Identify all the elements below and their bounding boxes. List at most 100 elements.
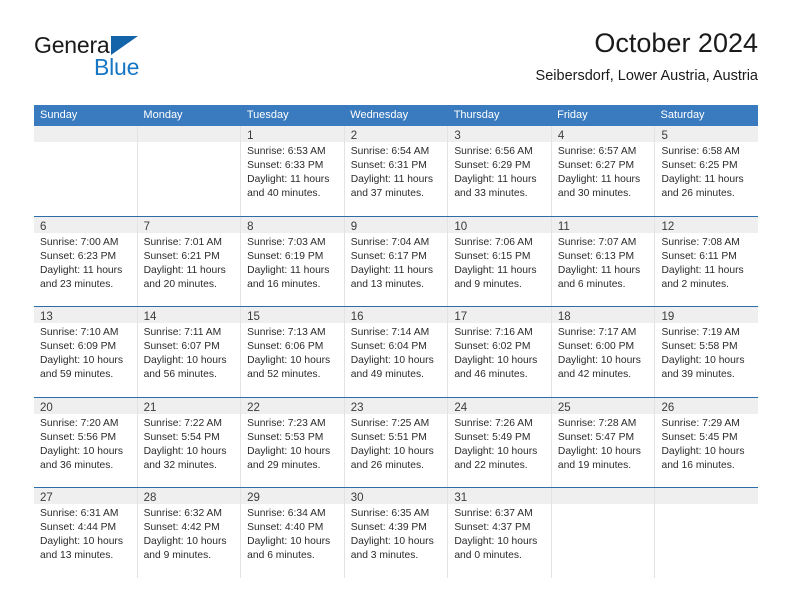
daylight-text-line2: and 20 minutes. xyxy=(143,278,217,290)
day-info: Sunrise: 7:06 AM Sunset: 6:15 PM Daylight:… xyxy=(448,233,551,292)
day-number: 28 xyxy=(143,492,157,504)
sunset-text: Sunset: 6:02 PM xyxy=(454,341,531,352)
sunset-text: Sunset: 6:15 PM xyxy=(454,250,531,262)
sunrise-text: Sunrise: 6:31 AM xyxy=(40,508,119,519)
calendar-day-cell[interactable]: 13 Sunrise: 7:10 AM Sunset: 6:09 PM Dayligh… xyxy=(34,307,138,397)
daylight-text-line1: Daylight: 11 hours xyxy=(454,174,537,185)
calendar-day-cell[interactable]: 19 Sunrise: 7:19 AM Sunset: 5:58 PM Dayligh… xyxy=(655,307,759,397)
weekday-header-sunday: Sunday xyxy=(40,109,78,121)
day-number-strip: 21 xyxy=(137,397,241,414)
day-number: 2 xyxy=(350,130,358,142)
daylight-text-line2: and 2 minutes. xyxy=(661,278,730,290)
calendar-day-cell[interactable]: 3 Sunrise: 6:56 AM Sunset: 6:29 PM Daylight… xyxy=(448,126,552,216)
daylight-text-line1: Daylight: 10 hours xyxy=(350,445,434,457)
day-info: Sunrise: 7:17 AM Sunset: 6:00 PM Daylight:… xyxy=(552,323,655,382)
sunrise-text: Sunrise: 7:14 AM xyxy=(350,327,430,338)
sunrise-text: Sunrise: 7:03 AM xyxy=(247,236,326,248)
calendar-day-cell[interactable]: 17 Sunrise: 7:16 AM Sunset: 6:02 PM Dayligh… xyxy=(448,307,552,397)
daylight-text-line2: and 6 minutes. xyxy=(557,278,626,290)
sunrise-text: Sunrise: 6:34 AM xyxy=(247,508,326,519)
daylight-text-line2: and 30 minutes. xyxy=(557,188,632,199)
calendar-day-cell[interactable]: 20 Sunrise: 7:20 AM Sunset: 5:56 PM Dayligh… xyxy=(34,397,138,487)
calendar-day-cell-empty xyxy=(137,126,242,216)
sunrise-text: Sunrise: 7:19 AM xyxy=(661,327,740,338)
calendar-day-cell[interactable]: 2 Sunrise: 6:54 AM Sunset: 6:31 PM Daylight… xyxy=(344,126,449,216)
calendar-day-cell[interactable]: 12 Sunrise: 7:08 AM Sunset: 6:11 PM Dayligh… xyxy=(655,216,759,306)
day-info: Sunrise: 6:37 AM Sunset: 4:37 PM Daylight:… xyxy=(448,504,551,563)
calendar-day-cell[interactable]: 16 Sunrise: 7:14 AM Sunset: 6:04 PM Dayligh… xyxy=(344,307,449,397)
daylight-text-line2: and 40 minutes. xyxy=(247,188,321,199)
calendar-day-cell[interactable]: 29 Sunrise: 6:34 AM Sunset: 4:40 PM Dayligh… xyxy=(241,488,345,578)
calendar-day-cell[interactable]: 6 Sunrise: 7:00 AM Sunset: 6:23 PM Daylight… xyxy=(34,216,138,306)
sunrise-text: Sunrise: 7:28 AM xyxy=(557,417,637,429)
calendar-day-cell[interactable]: 26 Sunrise: 7:29 AM Sunset: 5:45 PM Dayligh… xyxy=(655,397,759,487)
calendar-day-cell[interactable]: 25 Sunrise: 7:28 AM Sunset: 5:47 PM Dayligh… xyxy=(551,397,656,487)
weekday-header-row: Sunday Monday Tuesday Wednesday Thursday Frid… xyxy=(34,105,758,126)
calendar-day-cell[interactable]: 27 Sunrise: 6:31 AM Sunset: 4:44 PM Dayligh… xyxy=(34,488,138,578)
daylight-text-line2: and 46 minutes. xyxy=(454,369,528,380)
daylight-text-line1: Daylight: 11 hours xyxy=(661,264,744,276)
calendar-day-cell[interactable]: 7 Sunrise: 7:01 AM Sunset: 6:21 PM Daylight… xyxy=(137,216,242,306)
day-info: Sunrise: 7:00 AM Sunset: 6:23 PM Daylight:… xyxy=(34,233,137,292)
calendar-day-cell[interactable]: 1 Sunrise: 6:53 AM Sunset: 6:33 PM Daylight… xyxy=(241,126,345,216)
sunset-text: Sunset: 5:45 PM xyxy=(661,431,738,443)
calendar-day-cell[interactable]: 21 Sunrise: 7:22 AM Sunset: 5:54 PM Dayligh… xyxy=(137,397,242,487)
calendar-week-row: 6 Sunrise: 7:00 AM Sunset: 6:23 PM Daylight… xyxy=(34,215,759,306)
calendar-day-cell[interactable]: 4 Sunrise: 6:57 AM Sunset: 6:27 PM Daylight… xyxy=(551,126,656,216)
calendar-day-cell[interactable]: 22 Sunrise: 7:23 AM Sunset: 5:53 PM Dayligh… xyxy=(241,397,345,487)
sunrise-text: Sunrise: 7:20 AM xyxy=(40,417,119,429)
calendar-day-cell[interactable]: 15 Sunrise: 7:13 AM Sunset: 6:06 PM Dayligh… xyxy=(241,307,345,397)
daylight-text-line1: Daylight: 11 hours xyxy=(40,264,123,276)
calendar-day-cell[interactable]: 31 Sunrise: 6:37 AM Sunset: 4:37 PM Dayligh… xyxy=(448,488,552,578)
daylight-text-line2: and 13 minutes. xyxy=(40,550,114,561)
sunrise-text: Sunrise: 6:35 AM xyxy=(350,508,430,519)
daylight-text-line2: and 6 minutes. xyxy=(247,550,315,561)
triangle-icon xyxy=(111,36,138,55)
calendar-day-cell[interactable]: 9 Sunrise: 7:04 AM Sunset: 6:17 PM Daylight… xyxy=(344,216,449,306)
day-info: Sunrise: 7:22 AM Sunset: 5:54 PM Daylight:… xyxy=(138,414,241,473)
day-number-strip: 24 xyxy=(448,397,551,414)
day-number-strip: 7 xyxy=(137,216,241,233)
day-info: Sunrise: 7:29 AM Sunset: 5:45 PM Daylight:… xyxy=(655,414,758,473)
calendar-day-cell[interactable]: 30 Sunrise: 6:35 AM Sunset: 4:39 PM Dayligh… xyxy=(344,488,449,578)
calendar-week-row: 13 Sunrise: 7:10 AM Sunset: 6:09 PM Dayligh… xyxy=(34,306,759,397)
day-number: 22 xyxy=(247,401,260,414)
calendar-day-cell[interactable]: 24 Sunrise: 7:26 AM Sunset: 5:49 PM Dayligh… xyxy=(448,397,552,487)
day-info: Sunrise: 6:53 AM Sunset: 6:33 PM Daylight:… xyxy=(241,142,344,201)
calendar-day-cell[interactable]: 14 Sunrise: 7:11 AM Sunset: 6:07 PM Dayligh… xyxy=(137,307,242,397)
sunrise-text: Sunrise: 6:37 AM xyxy=(454,508,533,519)
sunset-text: Sunset: 4:37 PM xyxy=(454,522,531,533)
calendar-day-cell[interactable]: 8 Sunrise: 7:03 AM Sunset: 6:19 PM Daylight… xyxy=(241,216,345,306)
day-number-strip: 19 xyxy=(655,307,759,323)
calendar-day-cell[interactable]: 18 Sunrise: 7:17 AM Sunset: 6:00 PM Dayligh… xyxy=(551,307,656,397)
sunrise-text: Sunrise: 6:57 AM xyxy=(557,146,637,157)
day-number: 14 xyxy=(143,311,157,323)
daylight-text-line2: and 39 minutes. xyxy=(661,369,735,380)
calendar-day-cell[interactable]: 28 Sunrise: 6:32 AM Sunset: 4:42 PM Dayligh… xyxy=(137,488,242,578)
daylight-text-line2: and 22 minutes. xyxy=(454,459,528,471)
day-number-strip: 2 xyxy=(344,126,448,142)
daylight-text-line1: Daylight: 10 hours xyxy=(143,536,227,547)
day-number-strip: 8 xyxy=(241,216,344,233)
day-number-strip: 1 xyxy=(241,126,344,142)
day-number: 1 xyxy=(247,130,254,142)
day-number-strip: 17 xyxy=(448,307,551,323)
weekday-header-monday: Monday xyxy=(143,109,183,121)
calendar-day-cell[interactable]: 11 Sunrise: 7:07 AM Sunset: 6:13 PM Dayligh… xyxy=(551,216,656,306)
daylight-text-line1: Daylight: 11 hours xyxy=(350,174,433,185)
daylight-text-line1: Daylight: 10 hours xyxy=(40,536,123,547)
day-info: Sunrise: 6:54 AM Sunset: 6:31 PM Daylight:… xyxy=(345,142,448,201)
sunset-text: Sunset: 6:00 PM xyxy=(557,341,635,352)
calendar-day-cell[interactable]: 5 Sunrise: 6:58 AM Sunset: 6:25 PM Daylight… xyxy=(655,126,759,216)
daylight-text-line2: and 19 minutes. xyxy=(557,459,632,471)
logo-text-blue: Blue xyxy=(94,54,140,80)
daylight-text-line2: and 9 minutes. xyxy=(454,278,522,290)
general-blue-logo[interactable]: General Blue xyxy=(34,32,184,88)
daylight-text-line2: and 26 minutes. xyxy=(661,188,735,199)
day-number-strip xyxy=(655,488,759,504)
daylight-text-line1: Daylight: 10 hours xyxy=(661,355,745,366)
daylight-text-line1: Daylight: 11 hours xyxy=(247,264,330,276)
daylight-text-line2: and 42 minutes. xyxy=(557,369,632,380)
calendar-day-cell[interactable]: 23 Sunrise: 7:25 AM Sunset: 5:51 PM Dayligh… xyxy=(344,397,449,487)
calendar-day-cell[interactable]: 10 Sunrise: 7:06 AM Sunset: 6:15 PM Dayligh… xyxy=(448,216,552,306)
